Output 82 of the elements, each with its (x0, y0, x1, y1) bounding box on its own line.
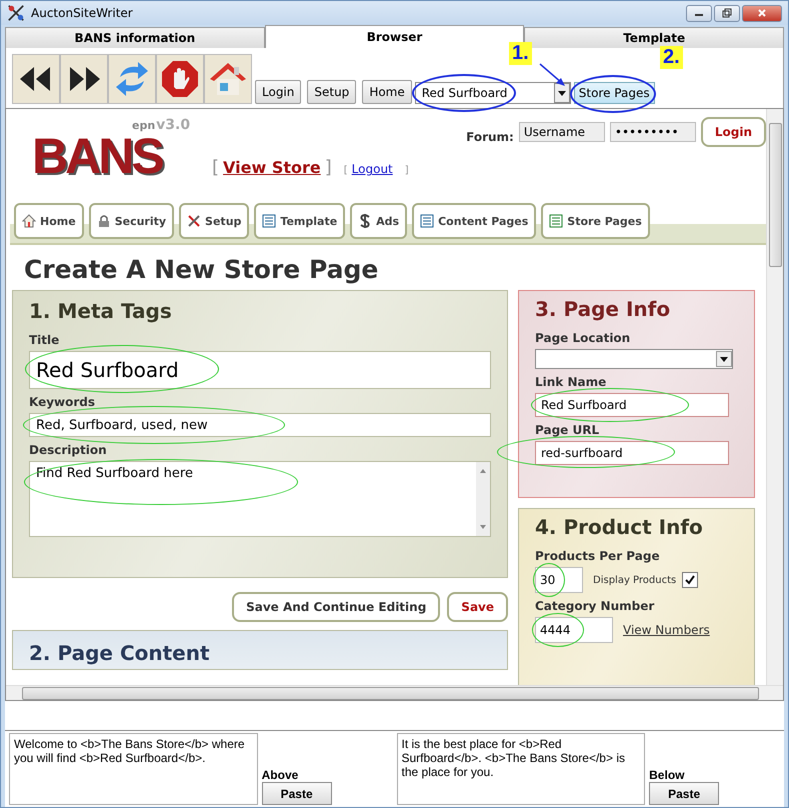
window-title: AuctonSiteWriter (31, 6, 133, 20)
document-icon (262, 214, 276, 228)
store-pages-button[interactable]: Store Pages (574, 82, 655, 104)
close-button[interactable] (742, 4, 782, 22)
field-label: Description (29, 443, 108, 458)
above-label: Above (262, 768, 300, 782)
category-number-field[interactable]: 4444 (535, 617, 613, 644)
field-label: Title (29, 333, 60, 348)
password-field[interactable]: ••••••••• (610, 122, 696, 142)
nav-tab[interactable]: Setup (179, 203, 250, 240)
field-label: Category Number (535, 599, 656, 614)
section-heading: 1. Meta Tags (29, 299, 173, 324)
home-button[interactable] (204, 54, 252, 104)
section-heading: 4. Product Info (535, 515, 704, 540)
field-label: Products Per Page (535, 549, 661, 564)
field-label: Keywords (29, 395, 96, 410)
field-label: Page Location (535, 331, 632, 346)
section-heading: 3. Page Info (535, 297, 672, 322)
nav-tab[interactable]: Content Pages (412, 203, 536, 240)
save-button[interactable]: Save (447, 592, 508, 622)
nav-tab[interactable]: Home (14, 203, 84, 240)
text-field[interactable]: red-surfboard (535, 441, 729, 466)
display-products-checkbox[interactable] (682, 572, 698, 588)
nav-tab[interactable]: Security (88, 203, 174, 240)
save-continue-button[interactable]: Save And Continue Editing (232, 592, 440, 622)
forward-button[interactable] (60, 54, 108, 104)
bans-logo: BANS epnv3.0 (32, 117, 192, 184)
login-button[interactable]: Login (700, 117, 766, 148)
bracket: ] (404, 165, 409, 176)
toolbar-button[interactable]: Login (255, 80, 302, 104)
below-text-area[interactable]: It is the best place for <b>Red Surfboard</b>. <b>The Bans Store</b> is the place for you. (396, 733, 646, 805)
field-label: Page URL (535, 423, 600, 438)
padlock-icon (96, 214, 111, 228)
bracket: [ (344, 165, 348, 176)
forum-label: Forum: (466, 130, 514, 144)
house-icon (22, 214, 36, 228)
toolbar-button[interactable]: Setup (307, 80, 356, 104)
vertical-scrollbar[interactable] (766, 109, 783, 686)
keywords-field[interactable]: Red, Surfboard, used, new (29, 413, 491, 438)
callout-label: 1. (509, 42, 532, 66)
bracket: ] (324, 157, 332, 178)
nav-tab[interactable]: Ads (350, 203, 408, 240)
checkbox-label: Display Products (593, 574, 676, 586)
document-icon (549, 214, 564, 228)
nav-tab[interactable]: Store Pages (541, 203, 650, 240)
dollar-icon (358, 213, 372, 230)
username-field[interactable]: Username (518, 122, 605, 142)
tools-icon (187, 214, 202, 228)
toolbar-button[interactable]: Home (362, 80, 412, 104)
logout-link[interactable]: Logout (352, 162, 393, 176)
view-numbers-link[interactable]: View Numbers (623, 623, 710, 638)
view-store-link[interactable]: View Store (223, 158, 321, 178)
field-label: Link Name (535, 375, 608, 390)
stop-button[interactable] (156, 54, 204, 104)
below-label: Below (649, 768, 686, 782)
callout-label: 2. (660, 46, 683, 70)
annotation-arrow (538, 62, 568, 88)
stop-hand-icon (160, 59, 200, 100)
above-text-area[interactable]: Welcome to <b>The Bans Store</b> where you will find <b>Red Surfboard</b>. (9, 733, 258, 805)
tab[interactable]: BANS information (5, 27, 265, 48)
scroll-down-icon[interactable] (479, 524, 487, 530)
title-field[interactable]: Red Surfboard (29, 351, 491, 390)
paste-button[interactable]: Paste (649, 782, 720, 805)
tab[interactable]: Template (524, 27, 784, 48)
description-field[interactable]: Find Red Surfboard here (29, 461, 491, 538)
page-heading: Create A New Store Page (24, 255, 380, 284)
section-heading: 2. Page Content (29, 641, 211, 666)
document-icon (420, 214, 434, 228)
app-logo-icon (7, 4, 25, 22)
bracket: [ (212, 157, 220, 178)
products-per-page-field[interactable]: 30 (535, 567, 583, 594)
text-field[interactable]: Red Surfboard (535, 393, 729, 418)
maximize-button[interactable] (714, 4, 740, 22)
scroll-up-icon[interactable] (479, 468, 487, 474)
page-combo[interactable]: Red Surfboard (414, 82, 571, 104)
nav-tab[interactable]: Template (254, 203, 346, 240)
close-icon (757, 8, 767, 18)
restore-icon (722, 8, 732, 18)
paste-button[interactable]: Paste (262, 782, 332, 805)
back-button[interactable] (12, 54, 60, 104)
horizontal-scrollbar[interactable] (6, 685, 783, 700)
minimize-button[interactable] (686, 4, 712, 22)
